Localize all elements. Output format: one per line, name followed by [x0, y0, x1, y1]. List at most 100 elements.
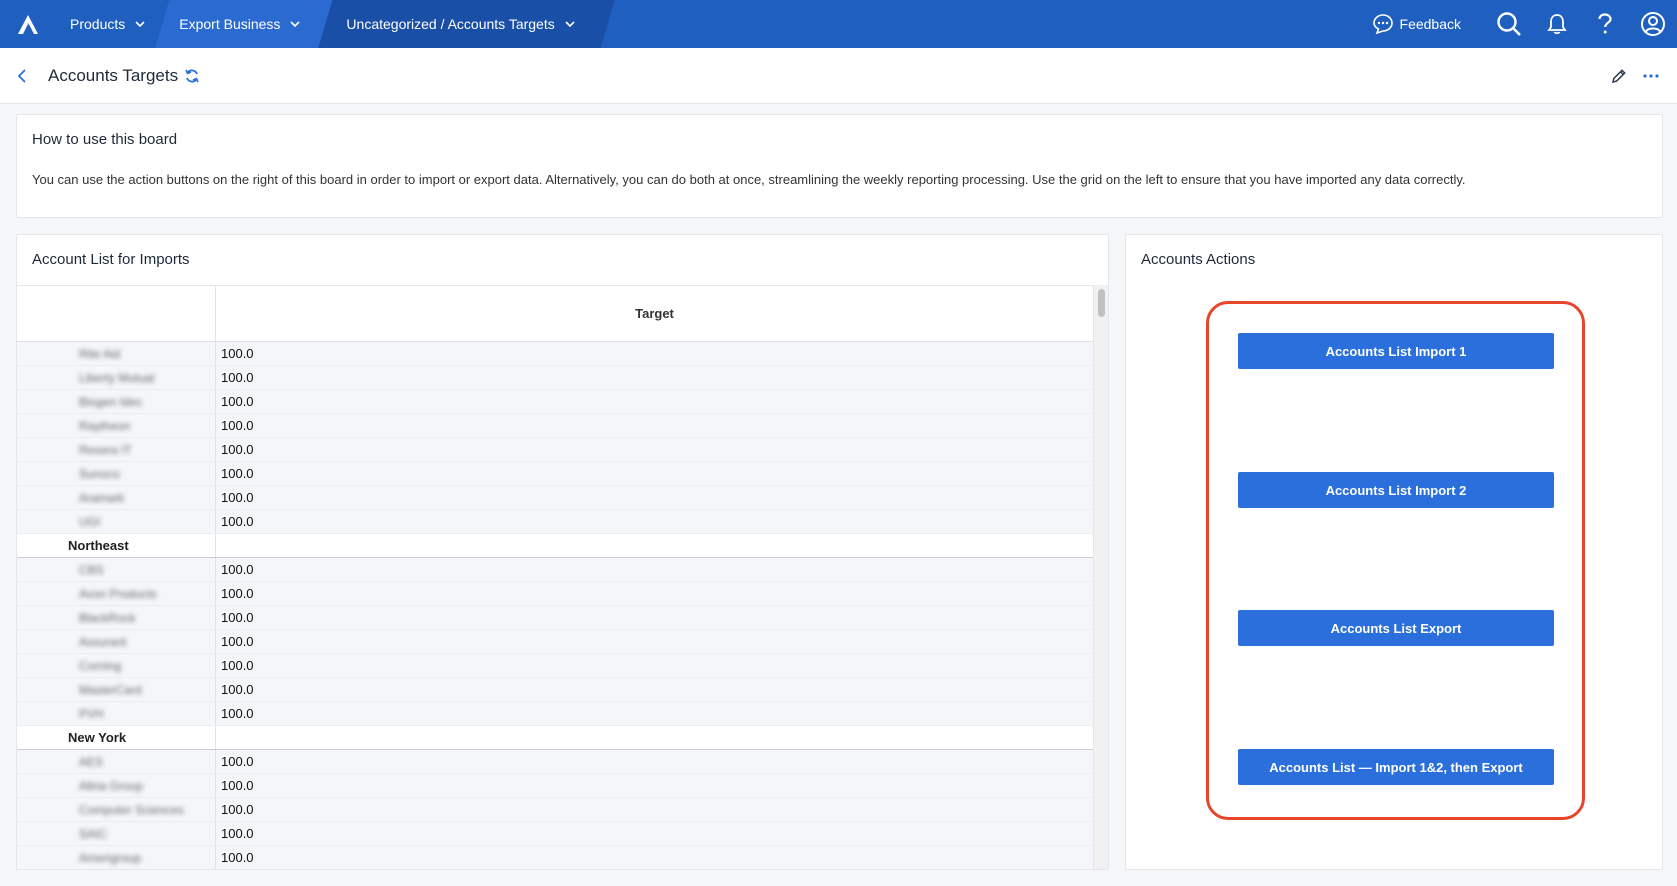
row-label-text: Computer Sciences: [79, 802, 184, 817]
chevron-down-icon: [135, 21, 145, 27]
edit-button[interactable]: [1603, 56, 1635, 96]
row-label[interactable]: UGI: [17, 510, 216, 533]
group-label[interactable]: New York: [17, 726, 216, 749]
grid-corner: [17, 286, 216, 341]
model-label: Export Business: [179, 16, 281, 32]
account-list-title: Account List for Imports: [32, 251, 190, 268]
row-label[interactable]: MasterCard: [17, 678, 216, 701]
row-label[interactable]: Aramark: [17, 486, 216, 509]
target-cell[interactable]: 100.0: [216, 798, 1093, 821]
row-label[interactable]: PVH: [17, 702, 216, 725]
row-label-text: Assurant: [79, 634, 127, 649]
target-cell[interactable]: 100.0: [216, 462, 1093, 485]
target-cell[interactable]: 100.0: [216, 750, 1093, 773]
target-cell[interactable]: 100.0: [216, 486, 1093, 509]
anaplan-logo-icon[interactable]: [0, 0, 56, 48]
account-list-card: Account List for Imports Target Rite Aid…: [16, 234, 1109, 870]
chevron-down-icon: [290, 21, 300, 27]
top-nav: Products Export Business Uncategorized /…: [0, 0, 1677, 48]
import-2-button[interactable]: Accounts List Import 2: [1238, 472, 1554, 508]
row-label[interactable]: Biogen Idec: [17, 390, 216, 413]
model-menu[interactable]: Export Business: [155, 0, 332, 48]
target-cell[interactable]: 100.0: [216, 582, 1093, 605]
row-label-text: Altria Group: [79, 778, 144, 793]
table-row: Avon Products 100.0: [17, 582, 1093, 606]
chat-bubble-icon: [1372, 14, 1393, 35]
target-cell[interactable]: 100.0: [216, 390, 1093, 413]
table-row: Rite Aid 100.0: [17, 342, 1093, 366]
export-button[interactable]: Accounts List Export: [1238, 610, 1554, 646]
row-label[interactable]: Avon Products: [17, 582, 216, 605]
row-label-text: Liberty Mutual: [79, 370, 155, 385]
target-cell[interactable]: 100.0: [216, 702, 1093, 725]
accounts-actions-card: Accounts Actions Accounts List Import 1 …: [1125, 234, 1663, 870]
target-cell[interactable]: [216, 726, 1093, 749]
row-label[interactable]: Rexera IT: [17, 438, 216, 461]
row-label-text: Aramark: [79, 490, 125, 505]
search-icon[interactable]: [1485, 0, 1533, 48]
table-row: Corning 100.0: [17, 654, 1093, 678]
row-label[interactable]: Raytheon: [17, 414, 216, 437]
back-button[interactable]: [2, 56, 42, 96]
column-header-target[interactable]: Target: [216, 286, 1093, 341]
help-icon[interactable]: [1581, 0, 1629, 48]
target-cell[interactable]: 100.0: [216, 438, 1093, 461]
user-avatar-icon[interactable]: [1629, 0, 1677, 48]
target-cell[interactable]: 100.0: [216, 846, 1093, 869]
row-label[interactable]: Rite Aid: [17, 342, 216, 365]
how-to-title: How to use this board: [32, 131, 178, 148]
target-cell[interactable]: 100.0: [216, 414, 1093, 437]
import-then-export-button[interactable]: Accounts List — Import 1&2, then Export: [1238, 749, 1554, 785]
row-label[interactable]: Altria Group: [17, 774, 216, 797]
target-cell[interactable]: 100.0: [216, 630, 1093, 653]
more-options-button[interactable]: [1635, 56, 1667, 96]
row-label-text: CBS: [79, 562, 104, 577]
row-label[interactable]: Sunoco: [17, 462, 216, 485]
import-1-button[interactable]: Accounts List Import 1: [1238, 333, 1554, 369]
grid-body: Rite Aid 100.0 Liberty Mutual 100.0 Biogen I…: [17, 342, 1093, 869]
row-label-text: AES: [79, 754, 104, 769]
feedback-button[interactable]: Feedback: [1372, 13, 1461, 35]
row-label-text: Rite Aid: [79, 346, 121, 361]
scrollbar-thumb[interactable]: [1098, 289, 1105, 317]
row-label[interactable]: CBS: [17, 558, 216, 581]
table-row: SAIC 100.0: [17, 822, 1093, 846]
table-row: CBS 100.0: [17, 558, 1093, 582]
row-label[interactable]: Corning: [17, 654, 216, 677]
target-cell[interactable]: 100.0: [216, 822, 1093, 845]
target-cell[interactable]: 100.0: [216, 606, 1093, 629]
bell-icon[interactable]: [1533, 0, 1581, 48]
more-horizontal-icon: [1643, 74, 1659, 78]
target-cell[interactable]: [216, 534, 1093, 557]
row-label[interactable]: BlackRock: [17, 606, 216, 629]
products-menu[interactable]: Products: [56, 0, 167, 48]
target-cell[interactable]: 100.0: [216, 366, 1093, 389]
row-label[interactable]: Liberty Mutual: [17, 366, 216, 389]
target-cell[interactable]: 100.0: [216, 654, 1093, 677]
target-cell[interactable]: 100.0: [216, 678, 1093, 701]
target-cell[interactable]: 100.0: [216, 774, 1093, 797]
page-title: Accounts Targets: [48, 65, 179, 85]
target-cell[interactable]: 100.0: [216, 342, 1093, 365]
highlight-annotation: [1206, 301, 1585, 820]
row-label[interactable]: Assurant: [17, 630, 216, 653]
target-cell[interactable]: 100.0: [216, 510, 1093, 533]
board-path-label: Uncategorized / Accounts Targets: [346, 16, 555, 32]
row-label[interactable]: Computer Sciences: [17, 798, 216, 821]
chevron-left-icon: [18, 68, 26, 83]
row-label[interactable]: Amerigroup: [17, 846, 216, 869]
group-label[interactable]: Northeast: [17, 534, 216, 557]
target-cell[interactable]: 100.0: [216, 558, 1093, 581]
grid-scrollbar[interactable]: [1093, 285, 1108, 869]
row-label[interactable]: SAIC: [17, 822, 216, 845]
board-path-menu[interactable]: Uncategorized / Accounts Targets: [318, 0, 614, 48]
refresh-icon[interactable]: [184, 68, 200, 84]
pencil-icon: [1612, 69, 1626, 83]
how-to-body: You can use the action buttons on the ri…: [32, 172, 1466, 187]
feedback-label: Feedback: [1399, 16, 1461, 32]
table-row: Liberty Mutual 100.0: [17, 366, 1093, 390]
row-label[interactable]: AES: [17, 750, 216, 773]
grid-header: Target: [17, 286, 1093, 342]
group-row: New York: [17, 726, 1093, 750]
board-title-bar: Accounts Targets: [0, 48, 1677, 104]
